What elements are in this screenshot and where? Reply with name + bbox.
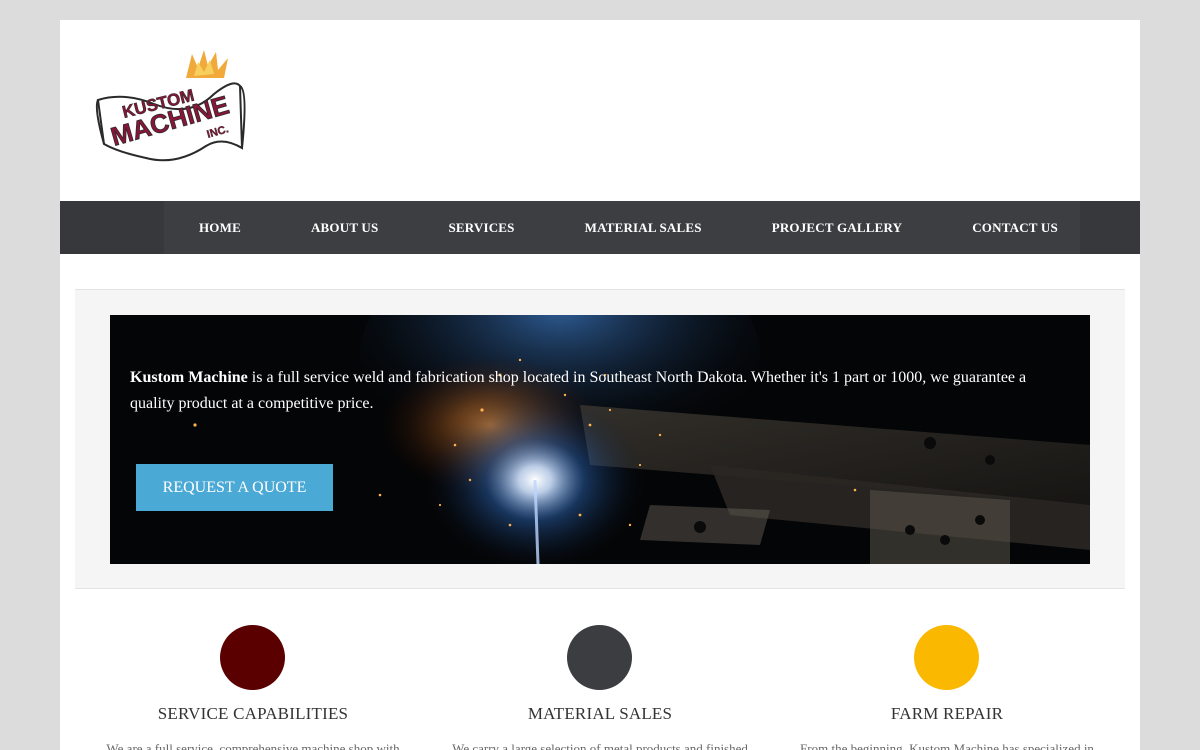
request-quote-button[interactable]: REQUEST A QUOTE — [136, 464, 333, 511]
feature-title[interactable]: MATERIAL SALES — [420, 704, 780, 724]
kustom-machine-logo[interactable]: KUSTOM MACHINE INC. — [94, 48, 246, 170]
nav-project-gallery[interactable]: PROJECT GALLERY — [737, 201, 938, 254]
hero-banner: Kustom Machine is a full service weld an… — [110, 315, 1090, 564]
farm-repair-icon — [914, 625, 979, 690]
nav-home[interactable]: HOME — [164, 201, 276, 254]
feature-service-capabilities: SERVICE CAPABILITIES We are a full servi… — [73, 620, 433, 750]
nav-contact-us[interactable]: CONTACT US — [937, 201, 1093, 254]
page-container: KUSTOM MACHINE INC. HOME ABOUT US SERVIC… — [60, 20, 1140, 750]
feature-farm-repair: FARM REPAIR From the beginning, Kustom M… — [767, 620, 1127, 750]
feature-title[interactable]: SERVICE CAPABILITIES — [73, 704, 433, 724]
main-navigation: HOME ABOUT US SERVICES MATERIAL SALES PR… — [60, 201, 1140, 254]
site-header: KUSTOM MACHINE INC. — [60, 20, 1140, 201]
feature-text: From the beginning, Kustom Machine has s… — [800, 741, 1094, 750]
nav-about-us[interactable]: ABOUT US — [276, 201, 413, 254]
feature-text: We carry a large selection of metal prod… — [452, 741, 748, 750]
service-capabilities-icon — [220, 625, 285, 690]
features-section: SERVICE CAPABILITIES We are a full servi… — [60, 620, 1140, 750]
nav-menu: HOME ABOUT US SERVICES MATERIAL SALES PR… — [164, 201, 1080, 254]
hero-description-text: is a full service weld and fabrication s… — [130, 369, 1027, 412]
feature-text: We are a full service, comprehensive mac… — [106, 741, 400, 750]
hero-section: Kustom Machine is a full service weld an… — [75, 289, 1125, 589]
material-sales-icon — [567, 625, 632, 690]
feature-title[interactable]: FARM REPAIR — [767, 704, 1127, 724]
feature-material-sales: MATERIAL SALES We carry a large selectio… — [420, 620, 780, 750]
hero-description: Kustom Machine is a full service weld an… — [130, 365, 1060, 417]
company-name: Kustom Machine — [130, 369, 248, 386]
nav-services[interactable]: SERVICES — [413, 201, 549, 254]
welding-background-image — [110, 315, 1090, 564]
nav-material-sales[interactable]: MATERIAL SALES — [550, 201, 737, 254]
